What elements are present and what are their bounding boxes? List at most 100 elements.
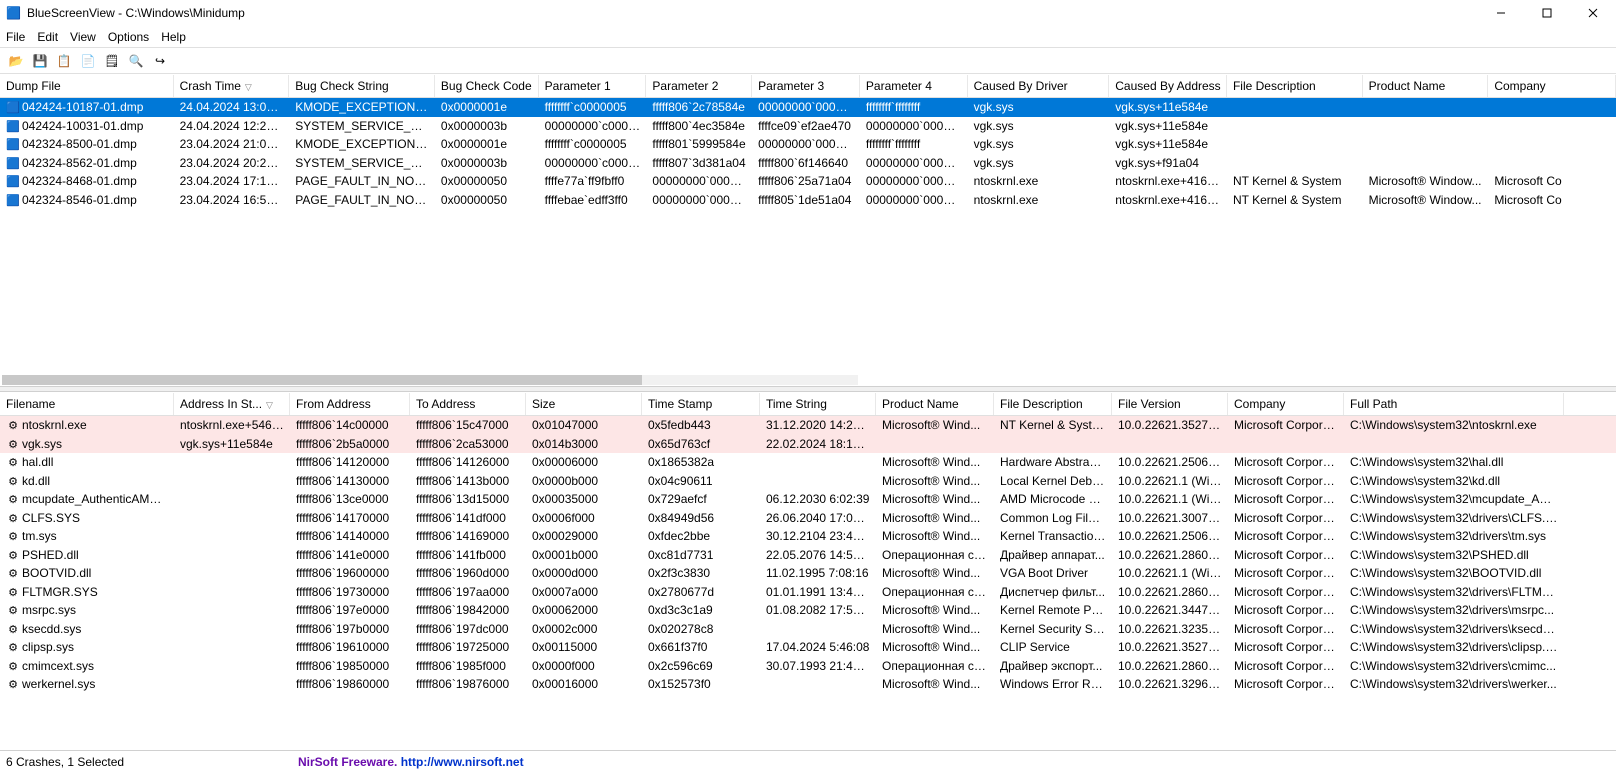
crash-header-10[interactable]: File Description [1227, 75, 1363, 97]
driver-cell: Local Kernel Debu... [994, 473, 1112, 489]
driver-row[interactable]: ⚙msrpc.sysfffff806`197e0000fffff806`1984… [0, 601, 1616, 620]
driver-list-pane: FilenameAddress In St...▽From AddressTo … [0, 392, 1616, 750]
crash-row[interactable]: 🟦042424-10187-01.dmp24.04.2024 13:09:57K… [0, 98, 1616, 117]
driver-cell: Microsoft Corpora... [1228, 602, 1344, 618]
find-icon[interactable]: 🔍 [126, 51, 146, 71]
driver-cell [1344, 443, 1564, 445]
crash-cell [1227, 143, 1363, 145]
driver-row[interactable]: ⚙clipsp.sysfffff806`19610000fffff806`197… [0, 638, 1616, 657]
minimize-button[interactable] [1478, 0, 1524, 26]
crash-row[interactable]: 🟦042324-8562-01.dmp23.04.2024 20:22:23SY… [0, 154, 1616, 173]
menu-file[interactable]: File [6, 30, 25, 44]
open-icon[interactable]: 📂 [6, 51, 26, 71]
driver-row[interactable]: ⚙tm.sysfffff806`14140000fffff806`1416900… [0, 527, 1616, 546]
driver-cell: fffff806`19850000 [290, 658, 410, 674]
copy-row-icon[interactable]: 📄 [78, 51, 98, 71]
save-icon[interactable]: 💾 [30, 51, 50, 71]
crash-header-5[interactable]: Parameter 2 [646, 75, 752, 97]
driver-row[interactable]: ⚙BOOTVID.dllfffff806`19600000fffff806`19… [0, 564, 1616, 583]
driver-row[interactable]: ⚙CLFS.SYSfffff806`14170000fffff806`141df… [0, 509, 1616, 528]
crash-cell: vgk.sys [968, 136, 1110, 152]
close-button[interactable] [1570, 0, 1616, 26]
crash-cell: 00000000`000000... [752, 99, 860, 115]
driver-header-5[interactable]: Time Stamp [642, 393, 760, 415]
crash-header-4[interactable]: Parameter 1 [539, 75, 647, 97]
crash-header-9[interactable]: Caused By Address [1109, 75, 1227, 97]
crash-cell: vgk.sys [968, 155, 1110, 171]
driver-header-1[interactable]: Address In St...▽ [174, 393, 290, 415]
driver-cell: 0x0000d000 [526, 565, 642, 581]
crash-header-6[interactable]: Parameter 3 [752, 75, 860, 97]
driver-cell: Microsoft Corpora... [1228, 547, 1344, 563]
driver-row[interactable]: ⚙hal.dllfffff806`14120000fffff806`141260… [0, 453, 1616, 472]
driver-cell: 06.12.2030 6:02:39 [760, 491, 876, 507]
crash-row[interactable]: 🟦042324-8468-01.dmp23.04.2024 17:17:46PA… [0, 172, 1616, 191]
crash-header-7[interactable]: Parameter 4 [860, 75, 968, 97]
crash-header-3[interactable]: Bug Check Code [435, 75, 539, 97]
driver-header-11[interactable]: Full Path [1344, 393, 1564, 415]
menu-options[interactable]: Options [108, 30, 149, 44]
toolbar: 📂 💾 📋 📄 🗒 🔍 ↪ [0, 48, 1616, 74]
driver-row[interactable]: ⚙mcupdate_AuthenticAMD.dllfffff806`13ce0… [0, 490, 1616, 509]
crash-cell: ffffffff`ffffffff [860, 99, 968, 115]
driver-cell: AMD Microcode U... [994, 491, 1112, 507]
driver-header-10[interactable]: Company [1228, 393, 1344, 415]
crash-header-2[interactable]: Bug Check String [289, 75, 435, 97]
driver-row[interactable]: ⚙ntoskrnl.exentoskrnl.exe+546d...fffff80… [0, 416, 1616, 435]
driver-cell: C:\Windows\system32\BOOTVID.dll [1344, 565, 1564, 581]
driver-cell: C:\Windows\system32\drivers\werker... [1344, 676, 1564, 692]
maximize-button[interactable] [1524, 0, 1570, 26]
driver-header-2[interactable]: From Address [290, 393, 410, 415]
menu-help[interactable]: Help [161, 30, 186, 44]
driver-cell: vgk.sys+11e584e [174, 436, 290, 452]
crash-header-0[interactable]: Dump File [0, 75, 174, 97]
driver-header-0[interactable]: Filename [0, 393, 174, 415]
driver-row[interactable]: ⚙FLTMGR.SYSfffff806`19730000fffff806`197… [0, 583, 1616, 602]
driver-row[interactable]: ⚙kd.dllfffff806`14130000fffff806`1413b00… [0, 472, 1616, 491]
crash-header-12[interactable]: Company [1488, 75, 1616, 97]
driver-header-6[interactable]: Time String [760, 393, 876, 415]
crash-cell: 00000000`000000... [646, 173, 752, 189]
copy-icon[interactable]: 📋 [54, 51, 74, 71]
crash-header-1[interactable]: Crash Time▽ [174, 75, 290, 97]
driver-cell: 0x84949d56 [642, 510, 760, 526]
driver-cell: 0x5fedb443 [642, 417, 760, 433]
driver-row[interactable]: ⚙werkernel.sysfffff806`19860000fffff806`… [0, 675, 1616, 694]
crash-cell: 00000000`000000... [860, 173, 968, 189]
status-link[interactable]: NirSoft Freeware. http://www.nirsoft.net [298, 755, 524, 769]
driver-row[interactable]: ⚙vgk.sysvgk.sys+11e584efffff806`2b5a0000… [0, 435, 1616, 454]
horizontal-scrollbar[interactable] [0, 374, 1616, 386]
crash-row[interactable]: 🟦042424-10031-01.dmp24.04.2024 12:27:47S… [0, 117, 1616, 136]
driver-header-9[interactable]: File Version [1112, 393, 1228, 415]
crash-cell: 23.04.2024 20:22:23 [174, 155, 290, 171]
driver-cell: Microsoft® Wind... [876, 528, 994, 544]
crash-header-11[interactable]: Product Name [1363, 75, 1489, 97]
driver-file-icon: ⚙ [6, 438, 20, 451]
driver-cell: C:\Windows\system32\mcupdate_Aut... [1344, 491, 1564, 507]
driver-row[interactable]: ⚙cmimcext.sysfffff806`19850000fffff806`1… [0, 657, 1616, 676]
menu-edit[interactable]: Edit [37, 30, 58, 44]
crash-header-8[interactable]: Caused By Driver [968, 75, 1110, 97]
driver-header-8[interactable]: File Description [994, 393, 1112, 415]
driver-cell: Microsoft Corpora... [1228, 584, 1344, 600]
driver-cell: Microsoft Corpora... [1228, 565, 1344, 581]
driver-file-icon: ⚙ [6, 660, 20, 673]
driver-header-3[interactable]: To Address [410, 393, 526, 415]
crash-cell: 🟦042424-10031-01.dmp [0, 118, 174, 134]
driver-cell: 0x00016000 [526, 676, 642, 692]
driver-cell: fffff806`2b5a0000 [290, 436, 410, 452]
driver-cell: 0x2780677d [642, 584, 760, 600]
driver-row[interactable]: ⚙PSHED.dllfffff806`141e0000fffff806`141f… [0, 546, 1616, 565]
driver-header-4[interactable]: Size [526, 393, 642, 415]
crash-cell [1363, 143, 1489, 145]
driver-cell: Kernel Remote Pro... [994, 602, 1112, 618]
exit-icon[interactable]: ↪ [150, 51, 170, 71]
driver-header-7[interactable]: Product Name [876, 393, 994, 415]
driver-list-header: FilenameAddress In St...▽From AddressTo … [0, 392, 1616, 416]
driver-row[interactable]: ⚙ksecdd.sysfffff806`197b0000fffff806`197… [0, 620, 1616, 639]
crash-row[interactable]: 🟦042324-8500-01.dmp23.04.2024 21:01:28KM… [0, 135, 1616, 154]
crash-row[interactable]: 🟦042324-8546-01.dmp23.04.2024 16:57:53PA… [0, 191, 1616, 210]
driver-cell: Операционная си... [876, 658, 994, 674]
menu-view[interactable]: View [70, 30, 96, 44]
properties-icon[interactable]: 🗒 [102, 51, 122, 71]
